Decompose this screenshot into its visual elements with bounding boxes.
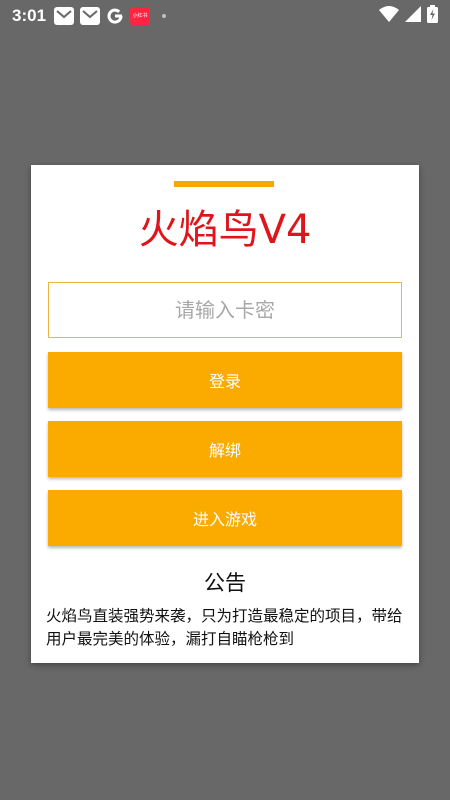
more-notifications-dot (162, 14, 167, 18)
notice-body: 火焰鸟直装强势来袭，只为打造最稳定的项目，带给用户最完美的体验，漏打自瞄枪枪到 (46, 607, 403, 648)
mail-icon (54, 7, 75, 25)
battery-icon (427, 5, 438, 27)
wifi-icon (379, 6, 399, 26)
app-title: 火焰鸟V4 (138, 207, 312, 253)
signal-icon (405, 6, 421, 26)
notice-title: 公告 (204, 571, 246, 595)
google-icon (106, 7, 124, 25)
xiaohongshu-badge-text: 小红书 (132, 12, 148, 19)
unbind-button[interactable]: 解绑 (48, 421, 402, 477)
mail-icon (80, 7, 101, 25)
enter-game-button[interactable]: 进入游戏 (48, 490, 402, 546)
card-key-input[interactable] (48, 282, 402, 338)
accent-bar (174, 181, 274, 187)
status-icons (379, 5, 438, 27)
status-time: 3:01 (12, 6, 47, 25)
login-button[interactable]: 登录 (48, 352, 402, 408)
xiaohongshu-icon: 小红书 (130, 7, 151, 25)
status-bar: 3:01 小红书 (0, 0, 450, 32)
login-dialog: 火焰鸟V4 登录 解绑 进入游戏 公告 火焰鸟直装强势来袭，只为打造最稳定的项目… (31, 165, 419, 663)
notification-icons: 小红书 (54, 7, 167, 25)
